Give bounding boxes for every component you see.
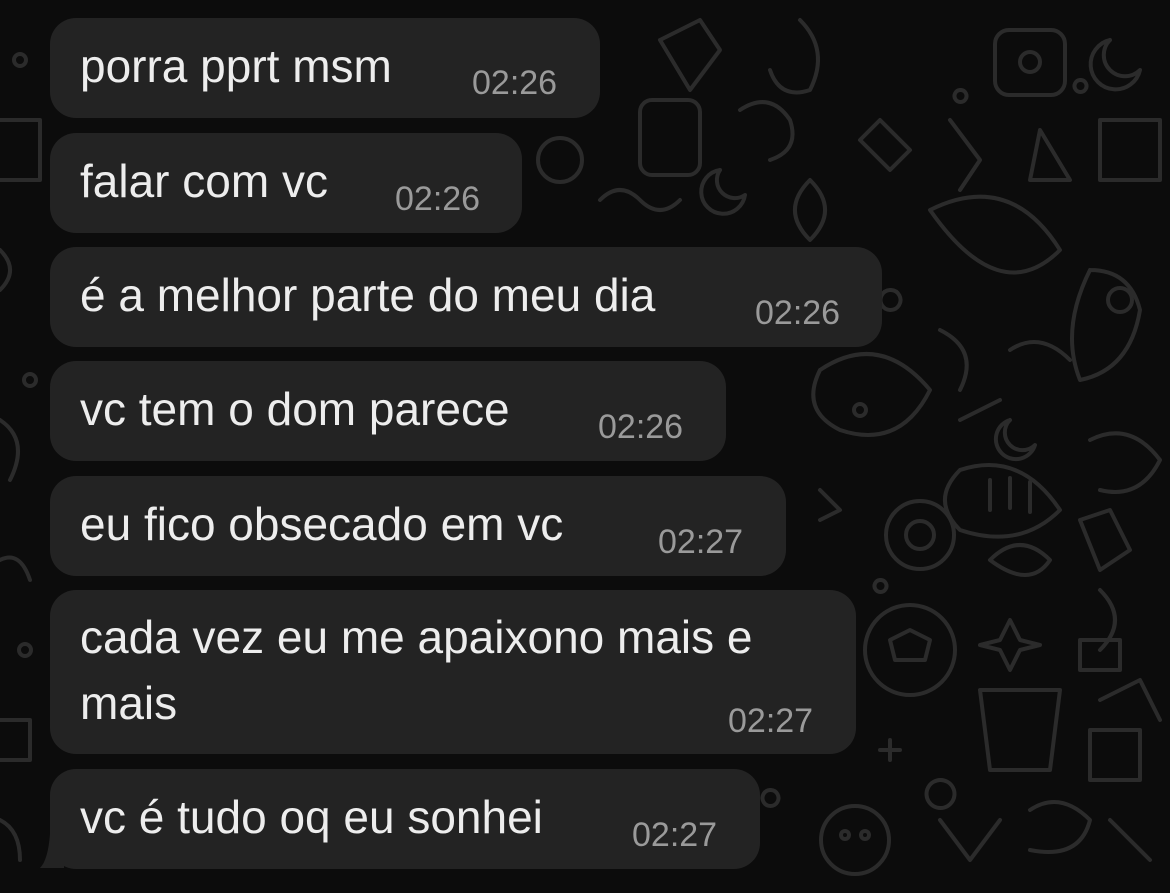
message-bubble[interactable]: vc é tudo oq eu sonhei 02:27: [50, 769, 760, 869]
message-text-line-1: cada vez eu me apaixono mais e: [80, 611, 753, 663]
message-bubble[interactable]: cada vez eu me apaixono mais e mais 02:2…: [50, 590, 856, 754]
message-time: 02:26: [598, 408, 684, 446]
message-time: 02:26: [395, 180, 481, 218]
message-text: vc tem o dom parece: [80, 383, 510, 435]
message-text: falar com vc: [80, 155, 328, 207]
message-time: 02:27: [658, 523, 744, 561]
message-bubble[interactable]: vc tem o dom parece 02:26: [50, 361, 726, 461]
message-time: 02:27: [632, 816, 718, 854]
message-bubble[interactable]: falar com vc 02:26: [50, 133, 522, 233]
message-time: 02:27: [728, 702, 814, 740]
bubble-tail-icon: [40, 834, 64, 868]
message-text: é a melhor parte do meu dia: [80, 269, 656, 321]
message-time: 02:26: [472, 64, 558, 102]
chat-view: porra pprt msm 02:26 falar com vc 02:26 …: [0, 0, 1170, 893]
message-bubble[interactable]: é a melhor parte do meu dia 02:26: [50, 247, 882, 347]
message-text-line-2: mais: [80, 677, 178, 729]
message-text: porra pprt msm: [80, 40, 392, 92]
message-bubble[interactable]: porra pprt msm 02:26: [50, 18, 600, 118]
message-time: 02:26: [755, 294, 841, 332]
message-bubble[interactable]: eu fico obsecado em vc 02:27: [50, 476, 786, 576]
message-text: vc é tudo oq eu sonhei: [80, 791, 543, 843]
message-text: eu fico obsecado em vc: [80, 498, 564, 550]
